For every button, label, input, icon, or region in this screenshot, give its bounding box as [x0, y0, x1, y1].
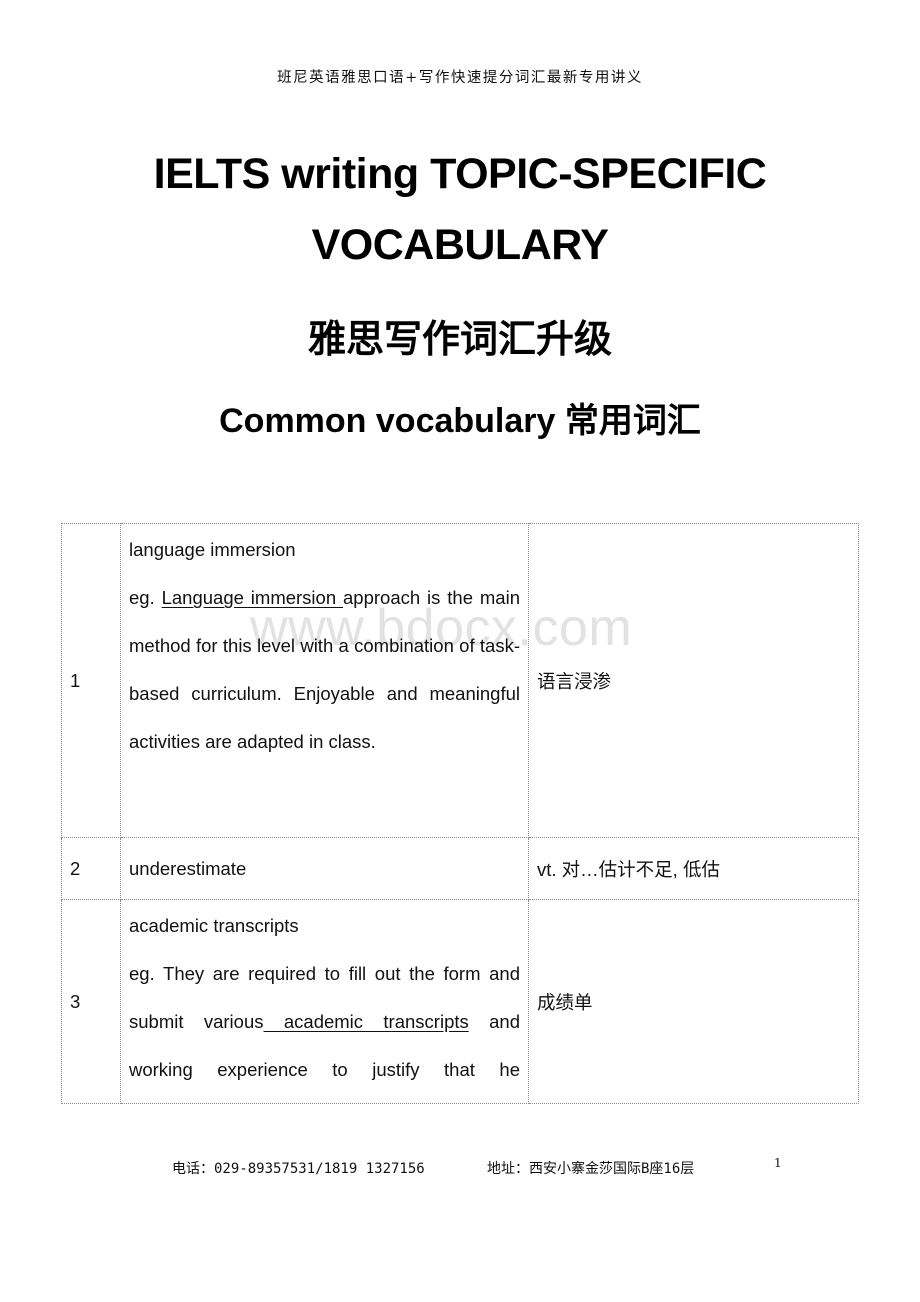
footer-phone: 电话：029-89357531/1819 1327156: [172, 1161, 425, 1177]
row-number: 3: [61, 899, 121, 1104]
table-row: 3 academic transcripts eg. They are requ…: [61, 899, 859, 1104]
term-cell: academic transcripts eg. They are requir…: [120, 899, 529, 1104]
vocabulary-table: 1 language immersion eg. Language immers…: [61, 523, 859, 1104]
page-number: 1: [774, 1156, 782, 1170]
section-heading: Common vocabulary 常用词汇: [219, 402, 701, 440]
example-prefix: eg.: [129, 587, 162, 608]
meaning-cell: vt. 对…估计不足, 低估: [528, 837, 859, 900]
table-row: 2 underestimate vt. 对…估计不足, 低估: [61, 837, 859, 900]
document-title-line-2: VOCABULARY: [311, 221, 609, 269]
term-cell: language immersion eg. Language immersio…: [120, 523, 529, 838]
example-suffix: approach is the main method for this lev…: [129, 587, 520, 752]
page-header: 班尼英语雅思口语+写作快速提分词汇最新专用讲义: [277, 70, 643, 86]
footer-address: 地址：西安小寨金莎国际B座16层: [487, 1161, 695, 1177]
example-highlight: academic transcripts: [263, 1011, 469, 1032]
example-sentence: eg. They are required to fill out the fo…: [129, 950, 520, 1094]
meaning-cell: 语言浸渗: [528, 523, 859, 838]
row-number: 2: [61, 837, 121, 900]
term-cell: underestimate: [120, 837, 529, 900]
vocab-term: language immersion: [129, 539, 296, 560]
vocab-term: academic transcripts: [129, 915, 299, 936]
document-subtitle-chinese: 雅思写作词汇升级: [307, 319, 612, 361]
table-row: 1 language immersion eg. Language immers…: [61, 523, 859, 838]
meaning-cell: 成绩单: [528, 899, 859, 1104]
document-title-line-1: IELTS writing TOPIC-SPECIFIC: [153, 150, 767, 198]
row-number: 1: [61, 523, 121, 838]
example-sentence: eg. Language immersion approach is the m…: [129, 574, 520, 766]
example-highlight: Language immersion: [161, 587, 344, 608]
